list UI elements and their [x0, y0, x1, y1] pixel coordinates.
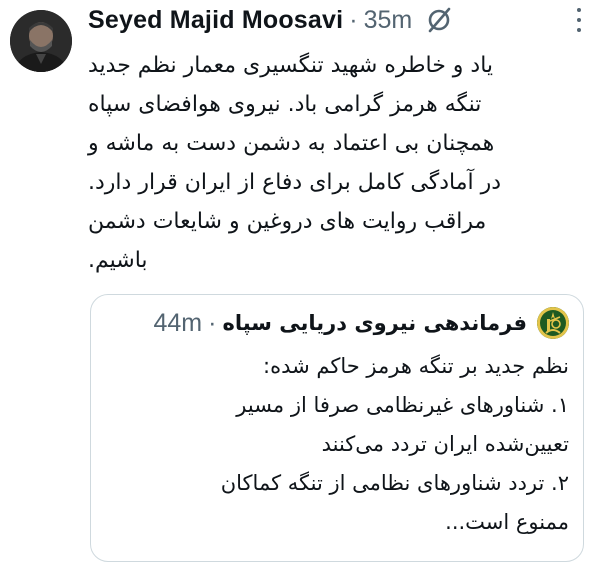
quoted-author-name[interactable]: فرماندهی نیروی دریایی سپاه: [222, 311, 527, 335]
post-time[interactable]: 35m: [364, 6, 413, 35]
post-text-line: مراقب روایت های دروغین و شایعات دشمن: [88, 209, 487, 234]
quoted-text-line: ممنوع است...: [445, 510, 569, 534]
post[interactable]: Seyed Majid Moosavi · 35m یاد و خاطره شه…: [0, 0, 600, 568]
grok-slash-icon[interactable]: [424, 5, 454, 35]
post-text-line: یاد و خاطره شهید تنگسیری معمار نظم جدید: [88, 53, 494, 78]
post-text-line: باشیم.: [88, 248, 148, 273]
post-text: یاد و خاطره شهید تنگسیری معمار نظم جدید …: [88, 46, 588, 280]
quoted-text-line: تعیین‌شده ایران تردد می‌کنند: [321, 432, 569, 456]
separator-dot: ·: [208, 308, 217, 337]
irgc-emblem-icon[interactable]: [537, 307, 569, 339]
quoted-post-header: 44m · فرماندهی نیروی دریایی سپاه: [153, 305, 569, 341]
author-name[interactable]: Seyed Majid Moosavi: [88, 6, 343, 35]
quoted-post-time[interactable]: 44m: [153, 309, 202, 338]
post-text-line: همچنان بی اعتماد به دشمن دست به ماشه و: [88, 131, 495, 156]
quoted-post-text: نظم جدید بر تنگه هرمز حاکم شده: ۱. شناور…: [99, 347, 569, 542]
quoted-post[interactable]: 44m · فرماندهی نیروی دریایی سپاه نظم جدی…: [90, 294, 584, 562]
quoted-text-line: نظم جدید بر تنگه هرمز حاکم شده:: [263, 354, 569, 378]
post-header: Seyed Majid Moosavi · 35m: [88, 2, 454, 38]
quoted-text-line: ۲. تردد شناورهای نظامی از تنگه کماکان: [220, 471, 569, 495]
quoted-text-line: ۱. شناورهای غیرنظامی صرفا از مسیر: [236, 393, 569, 417]
more-dots-icon[interactable]: [566, 0, 592, 40]
separator-dot: ·: [349, 5, 358, 34]
post-text-line: تنگه هرمز گرامی باد. نیروی هوافضای سپاه: [88, 92, 482, 117]
post-text-line: در آمادگی کامل برای دفاع از ایران قرار د…: [88, 170, 502, 195]
author-avatar[interactable]: [10, 10, 72, 72]
